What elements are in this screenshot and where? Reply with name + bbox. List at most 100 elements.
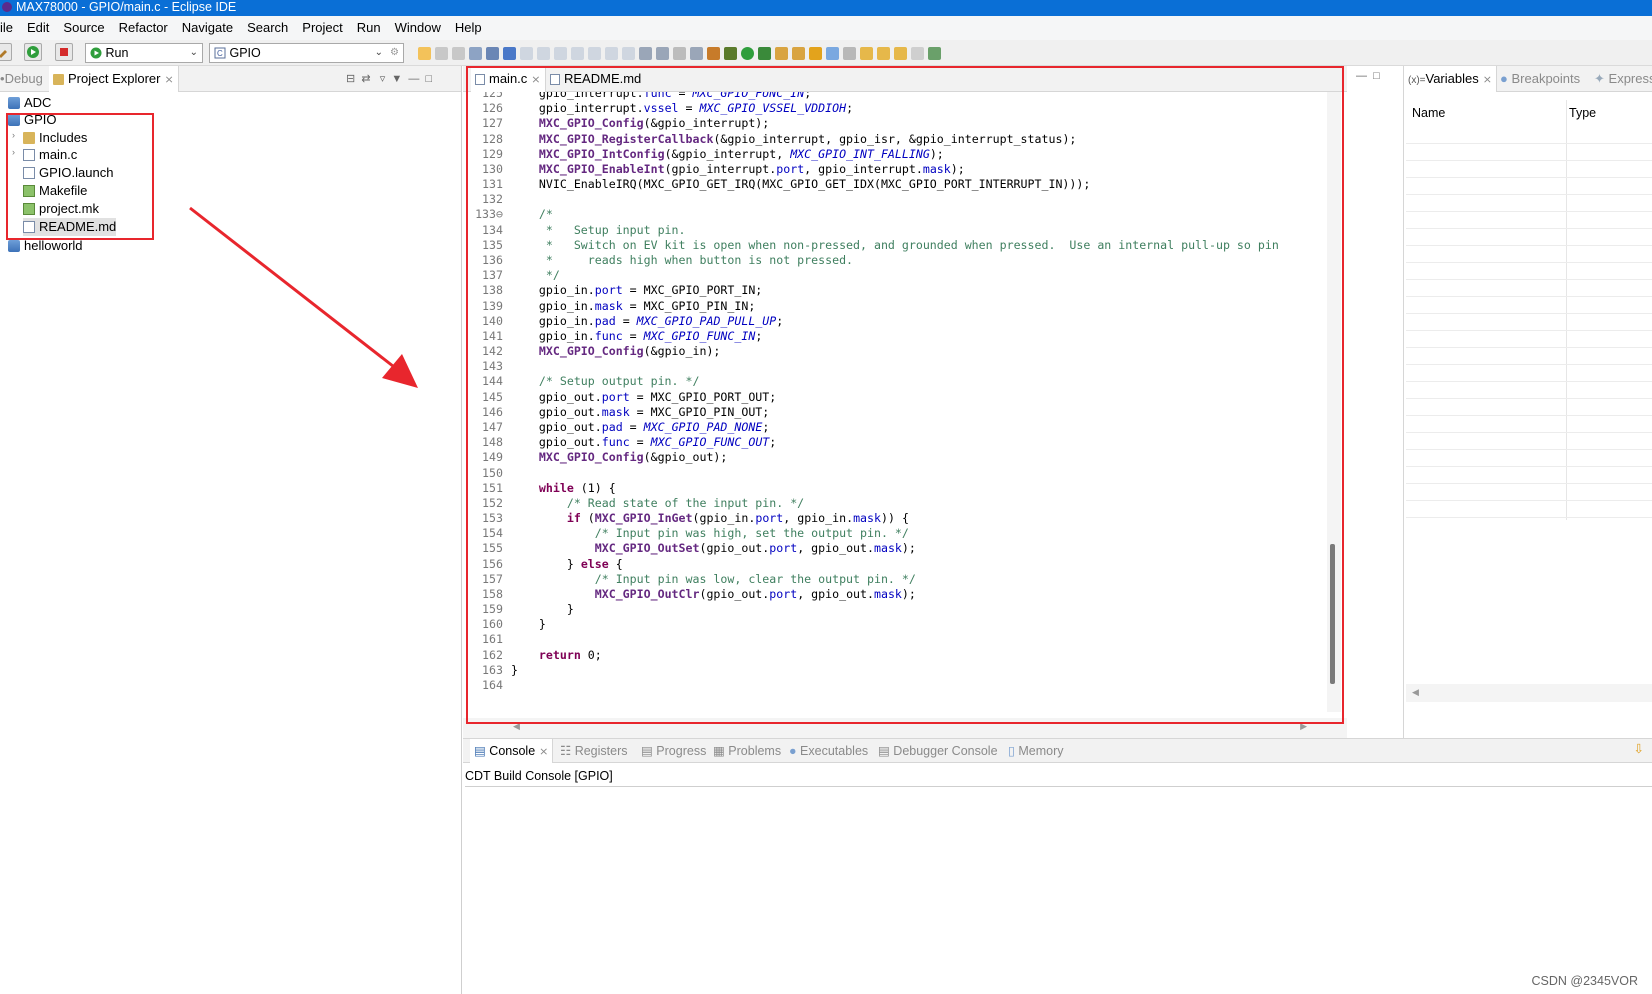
launch-configuration-select[interactable]: C GPIO ⌄ ⚙: [209, 43, 404, 63]
step-return-icon[interactable]: [622, 46, 635, 60]
close-icon[interactable]: ⨯: [539, 746, 548, 758]
variables-row[interactable]: [1406, 196, 1652, 212]
menu-project[interactable]: Project: [295, 16, 349, 40]
tab-executables[interactable]: ● Executables: [789, 739, 868, 763]
scroll-left-icon[interactable]: ◀: [1412, 687, 1419, 698]
save-icon[interactable]: [435, 46, 448, 60]
drop-to-frame-icon[interactable]: [639, 46, 652, 60]
variables-row[interactable]: [1406, 366, 1652, 382]
toggle-mark-occurrences-icon[interactable]: [826, 46, 839, 60]
variables-row[interactable]: [1406, 451, 1652, 467]
variables-row[interactable]: [1406, 400, 1652, 416]
menu-navigate[interactable]: Navigate: [175, 16, 240, 40]
menu-window[interactable]: Window: [388, 16, 448, 40]
forward-icon[interactable]: [911, 46, 924, 60]
show-whitespace-icon[interactable]: [843, 46, 856, 60]
variables-row[interactable]: [1406, 434, 1652, 450]
disconnect-icon[interactable]: [571, 46, 584, 60]
minimize-icon[interactable]: —: [408, 73, 419, 85]
tab-memory[interactable]: ▯ Memory: [1008, 739, 1064, 763]
tab-progress[interactable]: ▤ Progress: [641, 739, 706, 763]
back-icon[interactable]: [894, 46, 907, 60]
variables-row[interactable]: [1406, 502, 1652, 518]
variables-row[interactable]: [1406, 383, 1652, 399]
terminal-icon[interactable]: [486, 46, 499, 60]
variables-row[interactable]: [1406, 485, 1652, 501]
tab-debug[interactable]: •Debug: [0, 66, 43, 92]
variables-row[interactable]: [1406, 264, 1652, 280]
variables-row[interactable]: [1406, 162, 1652, 178]
save-all-icon[interactable]: [452, 46, 465, 60]
tab-variables[interactable]: (x)=Variables ⨯: [1404, 66, 1497, 92]
tab-expressions[interactable]: ✦ Express: [1594, 66, 1652, 92]
run-dropdown-icon[interactable]: [741, 46, 754, 60]
menu-edit[interactable]: Edit: [20, 16, 56, 40]
maximize-icon[interactable]: □: [1373, 70, 1380, 82]
tab-breakpoints[interactable]: ● Breakpoints: [1500, 66, 1580, 92]
tree-item-adc[interactable]: ADC: [8, 94, 51, 112]
tab-console[interactable]: ▤ Console ⨯: [470, 739, 554, 763]
variables-row[interactable]: [1406, 281, 1652, 297]
open-task-icon[interactable]: [809, 46, 822, 60]
variables-row[interactable]: [1406, 417, 1652, 433]
collapse-all-icon[interactable]: ⊟: [346, 73, 355, 85]
view-menu-icon[interactable]: ▼: [391, 73, 402, 85]
menu-file[interactable]: ile: [0, 16, 20, 40]
step-over-icon[interactable]: [605, 46, 618, 60]
variables-row[interactable]: [1406, 128, 1652, 144]
column-header-type[interactable]: Type: [1569, 106, 1596, 120]
minimize-icon[interactable]: —: [1356, 70, 1367, 82]
build-icon[interactable]: [0, 43, 12, 61]
maximize-icon[interactable]: □: [426, 73, 433, 85]
gear-icon[interactable]: ⚙: [390, 44, 399, 62]
new-icon[interactable]: [418, 46, 431, 60]
console-panel: ▤ Console ⨯ ☷ Registers ▤ Progress ▦ Prob…: [463, 738, 1652, 994]
menu-help[interactable]: Help: [448, 16, 489, 40]
close-icon[interactable]: ⨯: [164, 74, 173, 86]
link-with-editor-icon[interactable]: ⇄: [361, 73, 370, 85]
previous-annotation-icon[interactable]: [877, 46, 890, 60]
next-annotation-icon[interactable]: [860, 46, 873, 60]
variables-row[interactable]: [1406, 298, 1652, 314]
suspend-icon[interactable]: [537, 46, 550, 60]
open-perspective-icon[interactable]: [928, 46, 941, 60]
refresh-icon[interactable]: [690, 46, 703, 60]
terminate-icon[interactable]: [55, 43, 73, 61]
variables-row[interactable]: [1406, 230, 1652, 246]
tab-debugger-console[interactable]: ▤ Debugger Console: [878, 739, 998, 763]
variables-row[interactable]: [1406, 247, 1652, 263]
terminate-debug-icon[interactable]: [554, 46, 567, 60]
debug-icon[interactable]: [724, 46, 737, 60]
external-tools-icon[interactable]: [707, 46, 720, 60]
column-header-name[interactable]: Name: [1412, 106, 1445, 120]
variables-row[interactable]: [1406, 145, 1652, 161]
close-icon[interactable]: ⨯: [1483, 74, 1492, 86]
variables-row[interactable]: [1406, 332, 1652, 348]
coverage-icon[interactable]: [758, 46, 771, 60]
horizontal-scrollbar[interactable]: ◀: [1406, 684, 1652, 702]
reset-icon[interactable]: [673, 46, 686, 60]
print-icon[interactable]: [469, 46, 482, 60]
step-into-icon[interactable]: [588, 46, 601, 60]
variables-row[interactable]: [1406, 349, 1652, 365]
variables-row[interactable]: [1406, 213, 1652, 229]
variables-row[interactable]: [1406, 179, 1652, 195]
launch-mode-select[interactable]: Run ⌄: [85, 43, 203, 63]
instruction-step-icon[interactable]: [656, 46, 669, 60]
menu-run[interactable]: Run: [350, 16, 388, 40]
open-resource-icon[interactable]: [792, 46, 805, 60]
tab-problems[interactable]: ▦ Problems: [713, 739, 781, 763]
tab-registers[interactable]: ☷ Registers: [560, 739, 628, 763]
pin-console-icon[interactable]: ⇩: [1634, 741, 1644, 756]
variables-row[interactable]: [1406, 468, 1652, 484]
resume-icon[interactable]: [520, 46, 533, 60]
open-type-icon[interactable]: [775, 46, 788, 60]
tab-project-explorer[interactable]: Project Explorer ⨯: [49, 66, 179, 92]
variables-row[interactable]: [1406, 315, 1652, 331]
menu-refactor[interactable]: Refactor: [112, 16, 175, 40]
launch-run-icon[interactable]: [24, 43, 42, 61]
skip-breakpoints-icon[interactable]: [503, 46, 516, 60]
filter-icon[interactable]: ▿: [380, 73, 386, 85]
menu-source[interactable]: Source: [56, 16, 111, 40]
menu-search[interactable]: Search: [240, 16, 295, 40]
